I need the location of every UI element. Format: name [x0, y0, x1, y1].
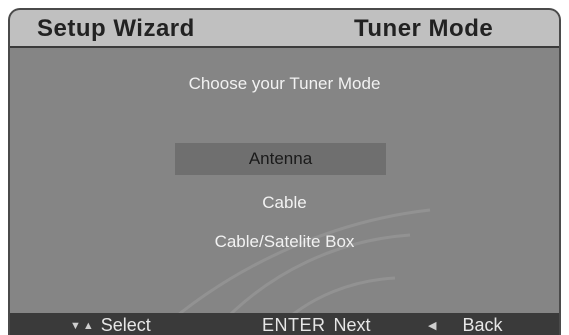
option-cable[interactable]: Cable [10, 193, 559, 213]
step-title: Tuner Mode [354, 15, 494, 42]
wizard-header: Setup Wizard Tuner Mode [10, 10, 559, 48]
select-label: Select [100, 315, 151, 335]
select-hint: ▼ ▲ Select [70, 315, 151, 335]
back-hint: ◀ Back [428, 315, 503, 335]
enter-key-label: ENTER [262, 315, 326, 335]
arrow-left-icon: ◀ [428, 320, 437, 332]
wizard-title: Setup Wizard [37, 15, 195, 42]
option-antenna[interactable]: Antenna [175, 143, 386, 175]
next-label: Next [333, 315, 371, 335]
setup-wizard-screen: Setup Wizard Tuner Mode Choose your Tune… [8, 8, 561, 335]
prompt-text: Choose your Tuner Mode [188, 74, 381, 93]
footer-hint-bar: ▼ ▲ Select ENTER Next ◀ Back [10, 313, 559, 335]
arrow-up-icon: ▲ [82, 319, 94, 332]
option-cable-satelite-box[interactable]: Cable/Satelite Box [10, 232, 559, 252]
arrow-down-icon: ▼ [70, 319, 81, 332]
back-label: Back [462, 315, 503, 335]
next-hint: ENTER Next [262, 315, 371, 335]
